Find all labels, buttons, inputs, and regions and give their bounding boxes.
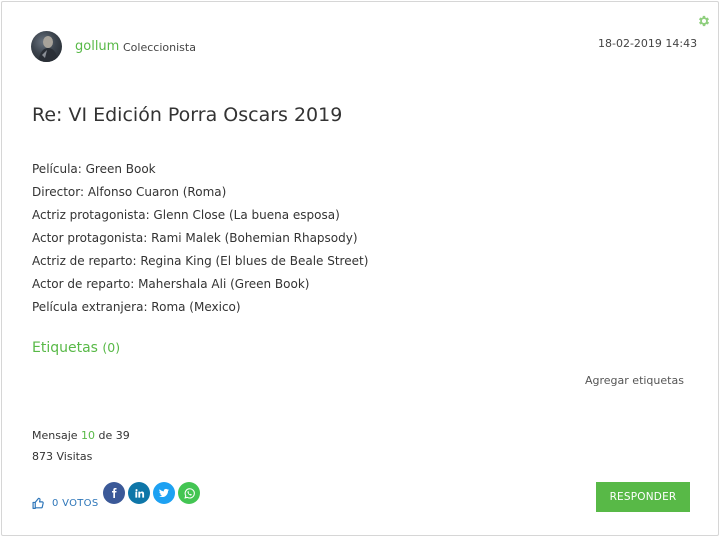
post-line: Actor protagonista: Rami Malek (Bohemian…: [32, 231, 358, 245]
message-total: de 39: [98, 429, 130, 442]
post-line: Película extranjera: Roma (Mexico): [32, 300, 241, 314]
vote-button[interactable]: 0 VOTOS: [32, 497, 99, 510]
post-date: 18-02-2019 14:43: [598, 37, 698, 50]
post-line: Actriz de reparto: Regina King (El blues…: [32, 254, 369, 268]
author-rank: Coleccionista: [123, 41, 196, 54]
thumbs-up-icon[interactable]: [32, 497, 45, 510]
message-prefix: Mensaje: [32, 429, 78, 442]
linkedin-icon: [134, 488, 144, 498]
tags-count: (0): [102, 340, 121, 355]
whatsapp-icon: [183, 487, 195, 499]
author-name[interactable]: gollum: [75, 39, 119, 54]
reply-button[interactable]: RESPONDER: [596, 482, 690, 512]
add-tags-link[interactable]: Agregar etiquetas: [585, 374, 684, 387]
twitter-icon: [159, 488, 169, 498]
facebook-icon: [112, 488, 117, 498]
post-line: Película: Green Book: [32, 162, 156, 176]
post-body: Película: Green Book Director: Alfonso C…: [32, 158, 368, 319]
post-line: Actriz protagonista: Glenn Close (La bue…: [32, 208, 340, 222]
share-linkedin-button[interactable]: [128, 482, 150, 504]
post-title: Re: VI Edición Porra Oscars 2019: [32, 104, 343, 126]
post-line: Actor de reparto: Mahershala Ali (Green …: [32, 277, 310, 291]
tags-heading-label: Etiquetas: [32, 340, 98, 356]
share-facebook-button[interactable]: [103, 482, 125, 504]
votes-label[interactable]: 0 VOTOS: [52, 498, 99, 509]
share-twitter-button[interactable]: [153, 482, 175, 504]
avatar[interactable]: [31, 31, 62, 62]
message-position: Mensaje 10 de 39: [32, 429, 130, 442]
share-whatsapp-button[interactable]: [178, 482, 200, 504]
view-count: 873 Visitas: [32, 450, 93, 463]
tags-heading: Etiquetas (0): [32, 340, 120, 356]
message-number[interactable]: 10: [81, 429, 95, 442]
gear-icon[interactable]: [697, 14, 711, 28]
post-line: Director: Alfonso Cuaron (Roma): [32, 185, 227, 199]
